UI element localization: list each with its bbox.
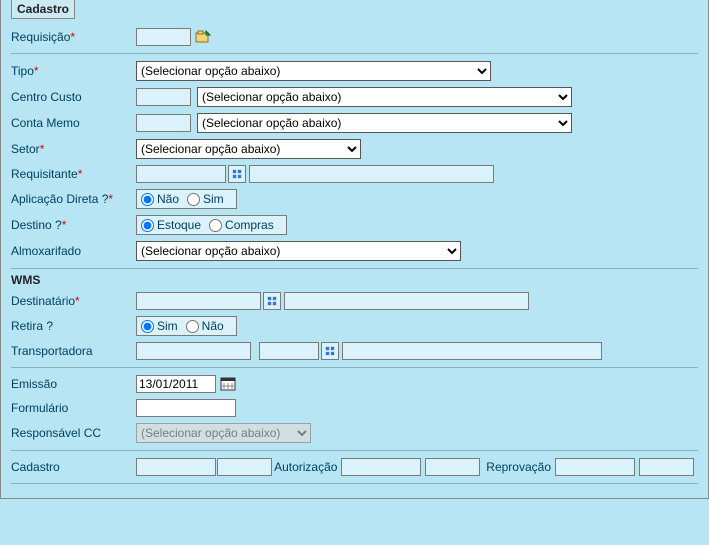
almox-select[interactable]: (Selecionar opção abaixo)	[136, 241, 461, 261]
requisitante-name-input[interactable]	[249, 165, 494, 183]
label-setor: Setor*	[11, 142, 136, 156]
conta-memo-input[interactable]	[136, 114, 191, 132]
emissao-input[interactable]	[136, 375, 216, 393]
label-almox: Almoxarifado	[11, 244, 136, 258]
label-centro-custo: Centro Custo	[11, 90, 136, 104]
lookup-icon[interactable]	[321, 342, 339, 360]
label-tipo: Tipo*	[11, 64, 136, 78]
destinatario-code-input[interactable]	[136, 292, 261, 310]
setor-select[interactable]: (Selecionar opção abaixo)	[136, 139, 361, 159]
label-formulario: Formulário	[11, 401, 136, 415]
tipo-select[interactable]: (Selecionar opção abaixo)	[136, 61, 491, 81]
label-destinatario: Destinatário*	[11, 294, 136, 308]
label-requisitante: Requisitante*	[11, 167, 136, 181]
label-responsavel-cc: Responsável CC	[11, 426, 136, 440]
aplic-direta-group: Não Sim	[136, 189, 237, 209]
aplic-direta-nao[interactable]: Não	[141, 192, 179, 206]
label-cadastro-status: Cadastro	[11, 460, 136, 474]
open-icon[interactable]	[194, 28, 212, 46]
calendar-icon[interactable]	[219, 375, 237, 393]
centro-custo-select[interactable]: (Selecionar opção abaixo)	[197, 87, 572, 107]
transportadora-code-input[interactable]	[259, 342, 319, 360]
destino-estoque[interactable]: Estoque	[141, 218, 201, 232]
formulario-input[interactable]	[136, 399, 236, 417]
lookup-icon[interactable]	[263, 292, 281, 310]
autorizacao-date-input[interactable]	[341, 458, 421, 476]
label-transportadora: Transportadora	[11, 344, 136, 358]
label-autorizacao: Autorização	[274, 460, 337, 474]
retira-nao[interactable]: Não	[186, 319, 224, 333]
retira-group: Sim Não	[136, 316, 237, 336]
destino-compras[interactable]: Compras	[209, 218, 274, 232]
tab-cadastro[interactable]: Cadastro	[11, 0, 75, 19]
label-retira: Retira ?	[11, 319, 136, 333]
label-reprovacao: Reprovação	[486, 460, 551, 474]
aplic-direta-sim[interactable]: Sim	[187, 192, 224, 206]
transportadora-input1[interactable]	[136, 342, 251, 360]
cadastro-time-input[interactable]	[217, 458, 272, 476]
label-emissao: Emissão	[11, 377, 136, 391]
conta-memo-select[interactable]: (Selecionar opção abaixo)	[197, 113, 572, 133]
destino-group: Estoque Compras	[136, 215, 287, 235]
reprovacao-time-input[interactable]	[639, 458, 694, 476]
autorizacao-time-input[interactable]	[425, 458, 480, 476]
label-aplic-direta: Aplicação Direta ?*	[11, 192, 136, 206]
reprovacao-date-input[interactable]	[555, 458, 635, 476]
destinatario-name-input[interactable]	[284, 292, 529, 310]
cadastro-date-input[interactable]	[136, 458, 216, 476]
label-destino: Destino ?*	[11, 218, 136, 232]
responsavel-cc-select: (Selecionar opção abaixo)	[136, 423, 311, 443]
transportadora-name-input[interactable]	[342, 342, 602, 360]
label-conta-memo: Conta Memo	[11, 116, 136, 130]
requisitante-code-input[interactable]	[136, 165, 226, 183]
lookup-icon[interactable]	[228, 165, 246, 183]
label-requisicao: Requisição*	[11, 30, 136, 44]
section-wms: WMS	[11, 273, 698, 287]
retira-sim[interactable]: Sim	[141, 319, 178, 333]
centro-custo-input[interactable]	[136, 88, 191, 106]
requisicao-input[interactable]	[136, 28, 191, 46]
